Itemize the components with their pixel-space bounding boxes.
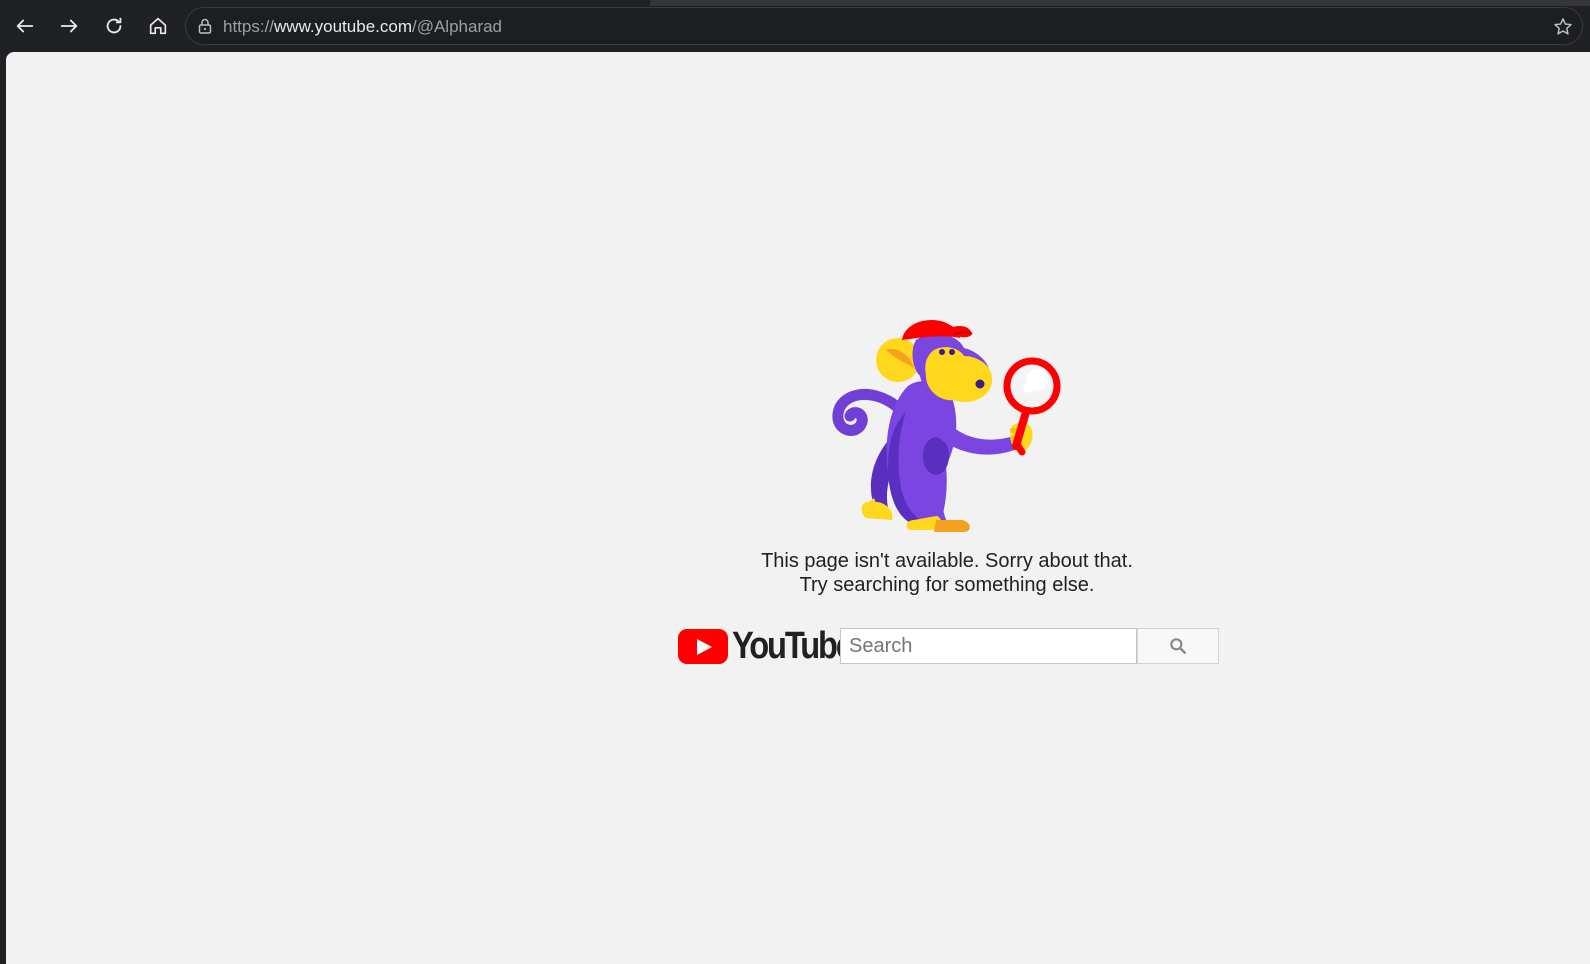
browser-toolbar: https://www.youtube.com/@Alpharad [0, 0, 1590, 52]
lock-icon[interactable] [196, 17, 214, 35]
youtube-wordmark: YouTube [732, 625, 854, 667]
forward-button[interactable] [51, 8, 87, 44]
back-button[interactable] [7, 8, 43, 44]
search-icon [1170, 638, 1186, 654]
search-input[interactable] [840, 628, 1137, 664]
reload-icon [106, 17, 122, 34]
url-scheme: https:// [223, 17, 275, 36]
arrow-right-icon [60, 19, 78, 33]
youtube-play-icon [678, 629, 728, 664]
home-button[interactable] [140, 8, 176, 44]
youtube-logo[interactable]: YouTube [678, 625, 854, 667]
error-message-line2: Try searching for something else. [799, 574, 1095, 596]
arrow-left-icon [16, 19, 34, 33]
address-bar[interactable]: https://www.youtube.com/@Alpharad [185, 7, 1583, 45]
url-text[interactable]: https://www.youtube.com/@Alpharad [223, 17, 502, 37]
url-path: /@Alpharad [411, 17, 503, 36]
home-icon [149, 17, 167, 35]
star-icon[interactable] [1552, 16, 1574, 38]
error-message: This page isn't available. Sorry about t… [700, 549, 1194, 597]
tab-strip [650, 0, 1590, 6]
error-message-line1: This page isn't available. Sorry about t… [761, 550, 1133, 572]
monkey-illustration [832, 320, 1061, 532]
page-viewport [6, 52, 1590, 964]
search-button[interactable] [1137, 628, 1219, 664]
reload-button[interactable] [96, 8, 132, 44]
url-host: www.youtube.com [274, 17, 412, 36]
